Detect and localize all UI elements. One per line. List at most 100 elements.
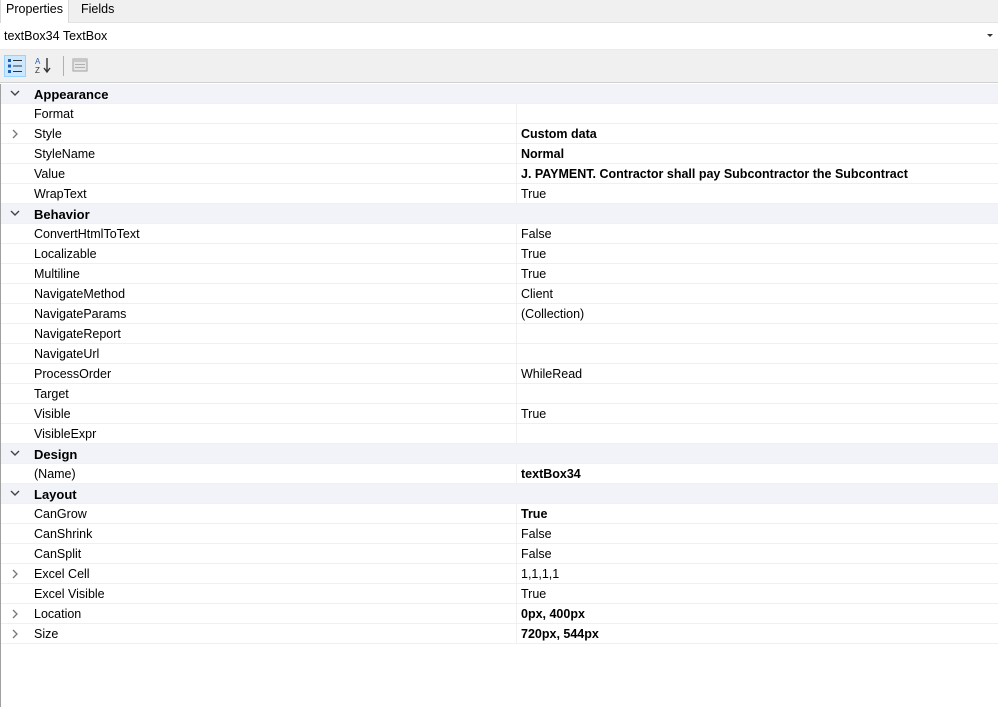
property-row[interactable]: VisibleExpr <box>1 424 998 444</box>
category-row[interactable]: Design <box>1 444 998 464</box>
category-row[interactable]: Behavior <box>1 204 998 224</box>
column-divider[interactable] <box>516 284 517 303</box>
property-name: CanSplit <box>34 547 82 561</box>
property-name: Target <box>34 387 69 401</box>
column-divider[interactable] <box>516 404 517 423</box>
chevron-down-icon[interactable] <box>1 484 29 503</box>
chevron-down-icon[interactable] <box>1 84 29 103</box>
property-value[interactable]: True <box>521 267 998 281</box>
property-row[interactable]: (Name) textBox34 <box>1 464 998 484</box>
property-name: CanShrink <box>34 527 93 541</box>
property-row[interactable]: Style Custom data <box>1 124 998 144</box>
column-divider[interactable] <box>516 304 517 323</box>
property-row[interactable]: Multiline True <box>1 264 998 284</box>
column-divider[interactable] <box>516 124 517 143</box>
property-name: Value <box>34 167 66 181</box>
property-row[interactable]: Excel Cell 1,1,1,1 <box>1 564 998 584</box>
property-value[interactable]: True <box>521 407 998 421</box>
property-row[interactable]: Visible True <box>1 404 998 424</box>
property-value[interactable]: False <box>521 527 998 541</box>
property-row[interactable]: ConvertHtmlToText False <box>1 224 998 244</box>
property-value[interactable]: True <box>521 507 998 521</box>
property-row[interactable]: Location 0px, 400px <box>1 604 998 624</box>
property-row[interactable]: Value J. PAYMENT. Contractor shall pay Su… <box>1 164 998 184</box>
column-divider[interactable] <box>516 604 517 623</box>
column-divider[interactable] <box>516 584 517 603</box>
property-name: Style <box>34 127 62 141</box>
column-divider[interactable] <box>516 504 517 523</box>
column-divider[interactable] <box>516 324 517 343</box>
tab-properties[interactable]: Properties <box>0 0 69 23</box>
property-name: CanGrow <box>34 507 87 521</box>
chevron-right-icon[interactable] <box>1 124 29 143</box>
property-value[interactable]: (Collection) <box>521 307 998 321</box>
chevron-right-icon[interactable] <box>1 604 29 623</box>
column-divider[interactable] <box>516 184 517 203</box>
column-divider[interactable] <box>516 144 517 163</box>
property-value[interactable]: 720px, 544px <box>521 627 998 641</box>
property-value[interactable]: False <box>521 547 998 561</box>
chevron-right-icon[interactable] <box>1 624 29 643</box>
property-row[interactable]: Localizable True <box>1 244 998 264</box>
column-divider[interactable] <box>516 384 517 403</box>
property-row[interactable]: Size 720px, 544px <box>1 624 998 644</box>
tab-fields[interactable]: Fields <box>76 0 119 22</box>
chevron-down-icon[interactable] <box>985 28 995 42</box>
property-row[interactable]: Format <box>1 104 998 124</box>
property-value[interactable]: Custom data <box>521 127 998 141</box>
property-value[interactable]: False <box>521 227 998 241</box>
property-row[interactable]: NavigateUrl <box>1 344 998 364</box>
property-row[interactable]: NavigateReport <box>1 324 998 344</box>
chevron-right-icon[interactable] <box>1 564 29 583</box>
object-selector-value: textBox34 TextBox <box>4 29 108 43</box>
property-value[interactable]: 1,1,1,1 <box>521 567 998 581</box>
column-divider[interactable] <box>516 164 517 183</box>
chevron-down-icon[interactable] <box>1 444 29 463</box>
alphabetical-sort-icon[interactable]: A Z <box>33 55 55 77</box>
property-toolbar: A Z <box>0 50 998 83</box>
column-divider[interactable] <box>516 464 517 483</box>
column-divider[interactable] <box>516 104 517 123</box>
column-divider[interactable] <box>516 564 517 583</box>
property-name: NavigateReport <box>34 327 121 341</box>
property-value[interactable]: WhileRead <box>521 367 998 381</box>
property-row[interactable]: CanSplit False <box>1 544 998 564</box>
column-divider[interactable] <box>516 544 517 563</box>
property-value[interactable]: True <box>521 187 998 201</box>
column-divider[interactable] <box>516 264 517 283</box>
chevron-down-icon[interactable] <box>1 204 29 223</box>
property-row[interactable]: StyleName Normal <box>1 144 998 164</box>
property-name: WrapText <box>34 187 87 201</box>
property-value[interactable]: textBox34 <box>521 467 998 481</box>
column-divider[interactable] <box>516 224 517 243</box>
property-row[interactable]: ProcessOrder WhileRead <box>1 364 998 384</box>
property-row[interactable]: Target <box>1 384 998 404</box>
object-selector[interactable]: textBox34 TextBox <box>0 23 998 50</box>
property-row[interactable]: NavigateMethod Client <box>1 284 998 304</box>
categorized-icon[interactable] <box>4 55 26 77</box>
property-name: Multiline <box>34 267 80 281</box>
column-divider[interactable] <box>516 244 517 263</box>
column-divider[interactable] <box>516 364 517 383</box>
property-row[interactable]: Excel Visible True <box>1 584 998 604</box>
property-value[interactable]: Normal <box>521 147 998 161</box>
svg-text:A: A <box>35 57 41 66</box>
property-value[interactable]: J. PAYMENT. Contractor shall pay Subcont… <box>521 167 998 181</box>
category-row[interactable]: Layout <box>1 484 998 504</box>
column-divider[interactable] <box>516 524 517 543</box>
property-row[interactable]: CanGrow True <box>1 504 998 524</box>
category-row[interactable]: Appearance <box>1 84 998 104</box>
property-value[interactable]: True <box>521 587 998 601</box>
property-value[interactable]: True <box>521 247 998 261</box>
column-divider[interactable] <box>516 344 517 363</box>
property-row[interactable]: WrapText True <box>1 184 998 204</box>
property-pages-icon[interactable] <box>70 55 92 77</box>
property-row[interactable]: NavigateParams (Collection) <box>1 304 998 324</box>
property-value[interactable]: Client <box>521 287 998 301</box>
column-divider[interactable] <box>516 624 517 643</box>
column-divider[interactable] <box>516 424 517 443</box>
property-name: (Name) <box>34 467 76 481</box>
property-value[interactable]: 0px, 400px <box>521 607 998 621</box>
property-name: Format <box>34 107 74 121</box>
property-row[interactable]: CanShrink False <box>1 524 998 544</box>
